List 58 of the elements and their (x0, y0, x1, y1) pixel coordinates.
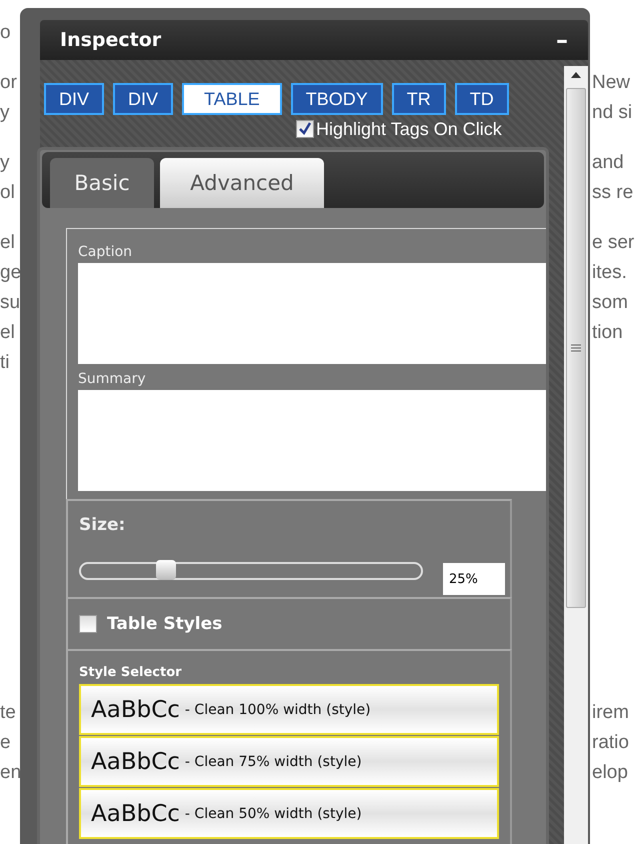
page-text: tion (592, 322, 623, 344)
page-text: e ser (592, 232, 634, 254)
page-text: and (592, 152, 624, 174)
page-text: ti (0, 352, 10, 374)
page-text: ites. (592, 262, 627, 284)
section-label: Style Selector (79, 665, 183, 680)
window-title: Inspector (60, 29, 162, 51)
page-text: som (592, 292, 628, 314)
style-name: - Clean 75% width (style) (184, 754, 362, 770)
page-text: nd si (592, 102, 632, 124)
size-label: Size: (79, 515, 126, 535)
page-text: New (592, 72, 630, 94)
page-text: or (0, 72, 17, 94)
page-text: o (0, 22, 11, 44)
style-option[interactable]: AaBbCc - Clean 100% width (style) (79, 684, 499, 735)
style-name: - Clean 50% width (style) (184, 806, 362, 822)
tag-button[interactable]: DIV (44, 83, 104, 115)
page-text: ss re (592, 182, 634, 204)
page-text: en (0, 762, 22, 784)
checkbox-label: Highlight Tags On Click (316, 118, 502, 140)
scrollbar[interactable] (564, 66, 588, 844)
tab[interactable]: Basic (50, 158, 154, 208)
page-text: elop (592, 762, 628, 784)
style-option[interactable]: AaBbCc - Clean 50% width (style) (79, 788, 499, 839)
page-text: y (0, 152, 10, 174)
slider-track[interactable] (79, 562, 423, 580)
page-text: el (0, 322, 15, 344)
slider-thumb[interactable] (156, 560, 176, 580)
tab[interactable]: Advanced (160, 158, 324, 208)
style-option[interactable]: AaBbCc - Clean 75% width (style) (79, 736, 499, 787)
field-label: Summary (78, 370, 147, 389)
scrollbar-thumb[interactable] (566, 88, 586, 608)
field-label: Caption (78, 243, 134, 262)
checkbox[interactable] (79, 615, 97, 633)
page-text: y (0, 102, 10, 124)
minimize-button[interactable]: – (556, 26, 568, 54)
style-name: - Clean 100% width (style) (184, 702, 371, 718)
up-arrow-icon[interactable] (571, 72, 582, 78)
tag-button[interactable]: DIV (113, 83, 174, 115)
style-sample: AaBbCc (91, 748, 180, 774)
tag-button[interactable]: TABLE (182, 83, 282, 115)
tag-button[interactable]: TR (392, 83, 446, 115)
page-text: irem (592, 702, 629, 724)
page-text: ol (0, 182, 15, 204)
page-text: su (0, 292, 20, 314)
tag-button[interactable]: TD (454, 83, 509, 115)
tag-button[interactable]: TBODY (290, 83, 383, 115)
checkbox[interactable] (296, 120, 314, 138)
checkbox-label: Table Styles (107, 614, 222, 634)
page-text: te (0, 702, 16, 724)
page-text: el (0, 232, 15, 254)
page-text: e (0, 732, 11, 754)
page-text: ratio (592, 732, 629, 754)
size-input[interactable]: 25% (443, 563, 505, 595)
style-sample: AaBbCc (91, 800, 180, 826)
style-sample: AaBbCc (91, 696, 180, 722)
grip-icon (571, 344, 582, 352)
page-text: ge (0, 262, 22, 284)
